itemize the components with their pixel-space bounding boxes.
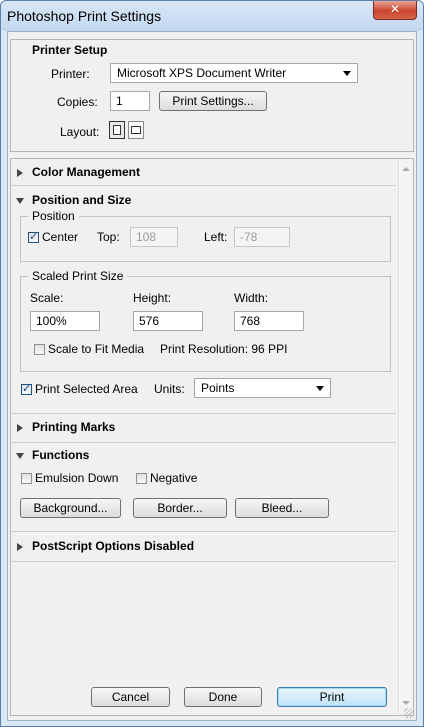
top-field[interactable]: 108 <box>130 227 178 247</box>
emulsion-down-label: Emulsion Down <box>35 471 119 485</box>
checkmark-icon: ✓ <box>29 231 39 243</box>
print-selected-area-label: Print Selected Area <box>35 382 138 396</box>
negative-checkbox[interactable] <box>136 473 147 484</box>
expand-right-icon[interactable] <box>17 169 23 177</box>
printer-select[interactable]: Microsoft XPS Document Writer <box>110 63 358 83</box>
portrait-icon <box>113 125 121 135</box>
scroll-down-icon[interactable] <box>402 701 410 705</box>
left-label: Left: <box>204 230 228 244</box>
divider <box>11 185 396 186</box>
layout-label: Layout: <box>60 125 100 139</box>
position-legend: Position <box>28 209 79 223</box>
copies-label: Copies: <box>57 95 98 109</box>
done-button[interactable]: Done <box>184 687 262 707</box>
emulsion-down-checkbox[interactable] <box>21 473 32 484</box>
print-selected-area-checkbox[interactable]: ✓ <box>21 383 32 395</box>
print-button[interactable]: Print <box>277 687 387 707</box>
center-label: Center <box>42 230 79 244</box>
print-settings-button[interactable]: Print Settings... <box>159 91 267 111</box>
printer-value: Microsoft XPS Document Writer <box>117 66 287 80</box>
position-fieldset: Position ✓ Center Top: 108 Left: -78 <box>20 209 391 262</box>
units-select[interactable]: Points <box>194 378 331 398</box>
collapse-down-icon[interactable] <box>16 198 24 204</box>
units-value: Points <box>201 381 235 395</box>
postscript-header[interactable]: PostScript Options Disabled <box>32 539 194 553</box>
functions-header[interactable]: Functions <box>32 448 89 462</box>
print-resolution-text: Print Resolution: 96 PPI <box>160 342 288 356</box>
chevron-down-icon <box>316 386 324 391</box>
printer-setup-group: Printer Setup Printer: Microsoft XPS Doc… <box>10 39 414 152</box>
dialog-body: Printer Setup Printer: Microsoft XPS Doc… <box>7 31 417 721</box>
height-field[interactable]: 576 <box>133 311 203 331</box>
bleed-button[interactable]: Bleed... <box>235 498 329 518</box>
divider <box>11 531 396 532</box>
scaled-print-size-fieldset: Scaled Print Size Scale: 100% Height: 57… <box>20 269 391 372</box>
scale-to-fit-label: Scale to Fit Media <box>48 342 145 356</box>
width-field[interactable]: 768 <box>234 311 304 331</box>
scaled-print-size-legend: Scaled Print Size <box>28 269 128 283</box>
center-checkbox[interactable]: ✓ <box>28 231 39 243</box>
expand-right-icon[interactable] <box>17 543 23 551</box>
border-button[interactable]: Border... <box>133 498 227 518</box>
print-settings-dialog: Photoshop Print Settings ✕ Printer Setup… <box>0 0 424 727</box>
close-button[interactable]: ✕ <box>373 1 417 20</box>
left-field[interactable]: -78 <box>234 227 290 247</box>
collapse-down-icon[interactable] <box>16 453 24 459</box>
scale-label: Scale: <box>30 291 64 305</box>
scale-to-fit-checkbox[interactable] <box>34 344 45 355</box>
background-button[interactable]: Background... <box>20 498 121 518</box>
title-bar[interactable]: Photoshop Print Settings ✕ <box>1 1 423 31</box>
checkmark-icon: ✓ <box>22 383 32 395</box>
scroll-up-icon[interactable] <box>402 167 410 171</box>
width-label: Width: <box>234 291 269 305</box>
negative-label: Negative <box>150 471 198 485</box>
printer-setup-title: Printer Setup <box>32 43 108 57</box>
position-size-header[interactable]: Position and Size <box>32 193 131 207</box>
divider <box>11 442 396 443</box>
copies-field[interactable]: 1 <box>110 91 150 111</box>
resize-grip-icon[interactable] <box>404 708 414 718</box>
landscape-icon <box>131 126 141 134</box>
chevron-down-icon <box>343 71 351 76</box>
printing-marks-header[interactable]: Printing Marks <box>32 420 115 434</box>
settings-panel[interactable]: Color Management Position and Size Posit… <box>10 158 414 716</box>
units-label: Units: <box>154 382 185 396</box>
top-label: Top: <box>97 230 120 244</box>
vertical-scrollbar[interactable] <box>398 159 413 713</box>
expand-right-icon[interactable] <box>17 424 23 432</box>
layout-landscape-button[interactable] <box>128 121 144 139</box>
divider <box>11 561 396 562</box>
cancel-button[interactable]: Cancel <box>91 687 170 707</box>
layout-portrait-button[interactable] <box>109 121 125 139</box>
printer-label: Printer: <box>51 67 90 81</box>
divider <box>11 413 396 414</box>
color-management-header[interactable]: Color Management <box>32 165 140 179</box>
close-icon: ✕ <box>389 2 401 16</box>
window-title: Photoshop Print Settings <box>7 8 162 24</box>
scale-field[interactable]: 100% <box>30 311 100 331</box>
height-label: Height: <box>133 291 172 305</box>
